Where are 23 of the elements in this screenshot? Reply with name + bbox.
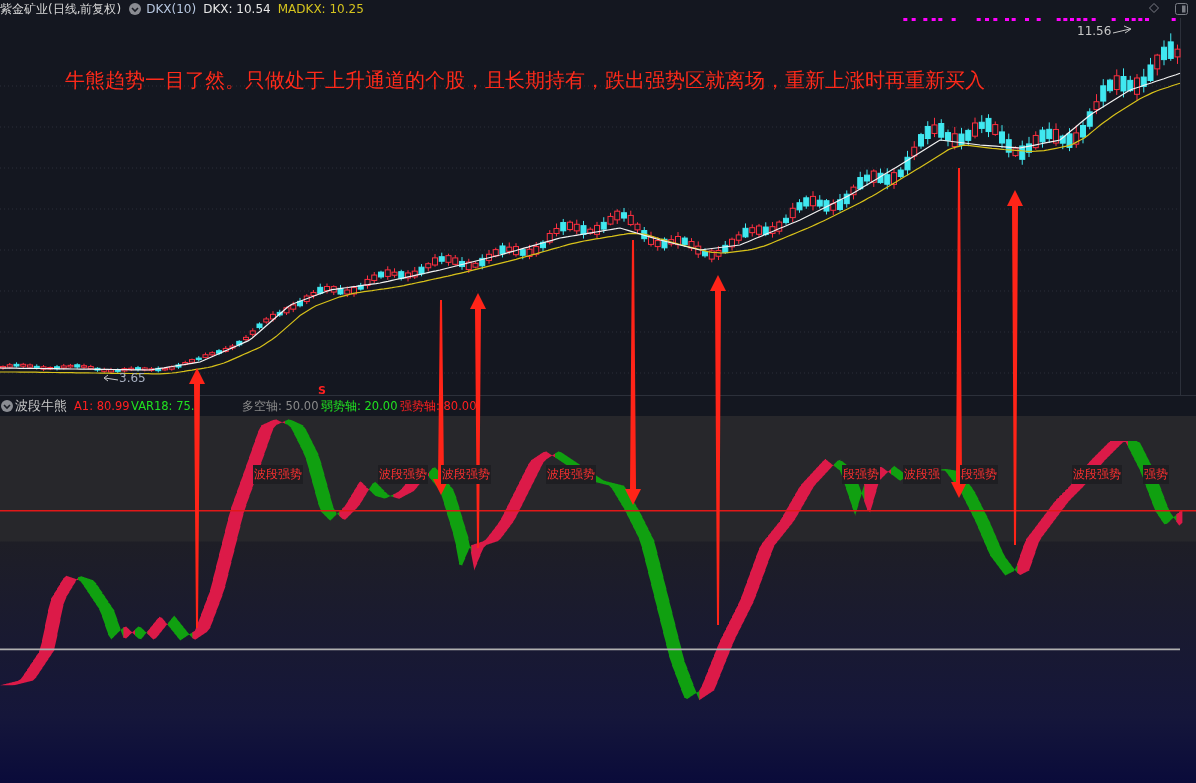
indicator-value: 多空轴: 50.00	[242, 399, 319, 414]
segment-label: 段强势	[960, 465, 998, 484]
indicator-name[interactable]: DKX(10)	[146, 2, 197, 16]
indicator-value: 弱势轴: 20.00	[321, 399, 398, 414]
segment-label: 波段强势	[441, 465, 491, 484]
segment-label: 强势	[1143, 465, 1169, 484]
indicator-value: VAR18: 75.	[131, 399, 195, 413]
segment-label: 波段强势	[253, 465, 303, 484]
segment-label: 段强势	[842, 465, 880, 484]
indicator-value: 强势轴: 80.00	[400, 399, 477, 414]
high-price-label: 11.56	[1077, 24, 1112, 38]
indicator-value: MADKX: 10.25	[277, 2, 364, 16]
segment-label: 波段强	[903, 465, 941, 484]
annotation-text: 牛熊趋势一目了然。只做处于上升通道的个股，且长期持有，跌出强势区就离场，重新上涨时再重新买入	[65, 67, 985, 94]
signal-marker: S	[318, 384, 326, 397]
chart-title: 紫金矿业(日线,前复权)	[0, 0, 122, 18]
indicator-name[interactable]: 波段牛熊	[15, 398, 67, 415]
indicator-value: A1: 80.99	[74, 399, 130, 413]
indicator-value: DKX: 10.54	[203, 2, 271, 16]
segment-label: 波段强势	[546, 465, 596, 484]
segment-label: 波段强势	[378, 465, 428, 484]
low-price-label: 3.65	[119, 371, 146, 385]
segment-label: 波段强势	[1072, 465, 1122, 484]
